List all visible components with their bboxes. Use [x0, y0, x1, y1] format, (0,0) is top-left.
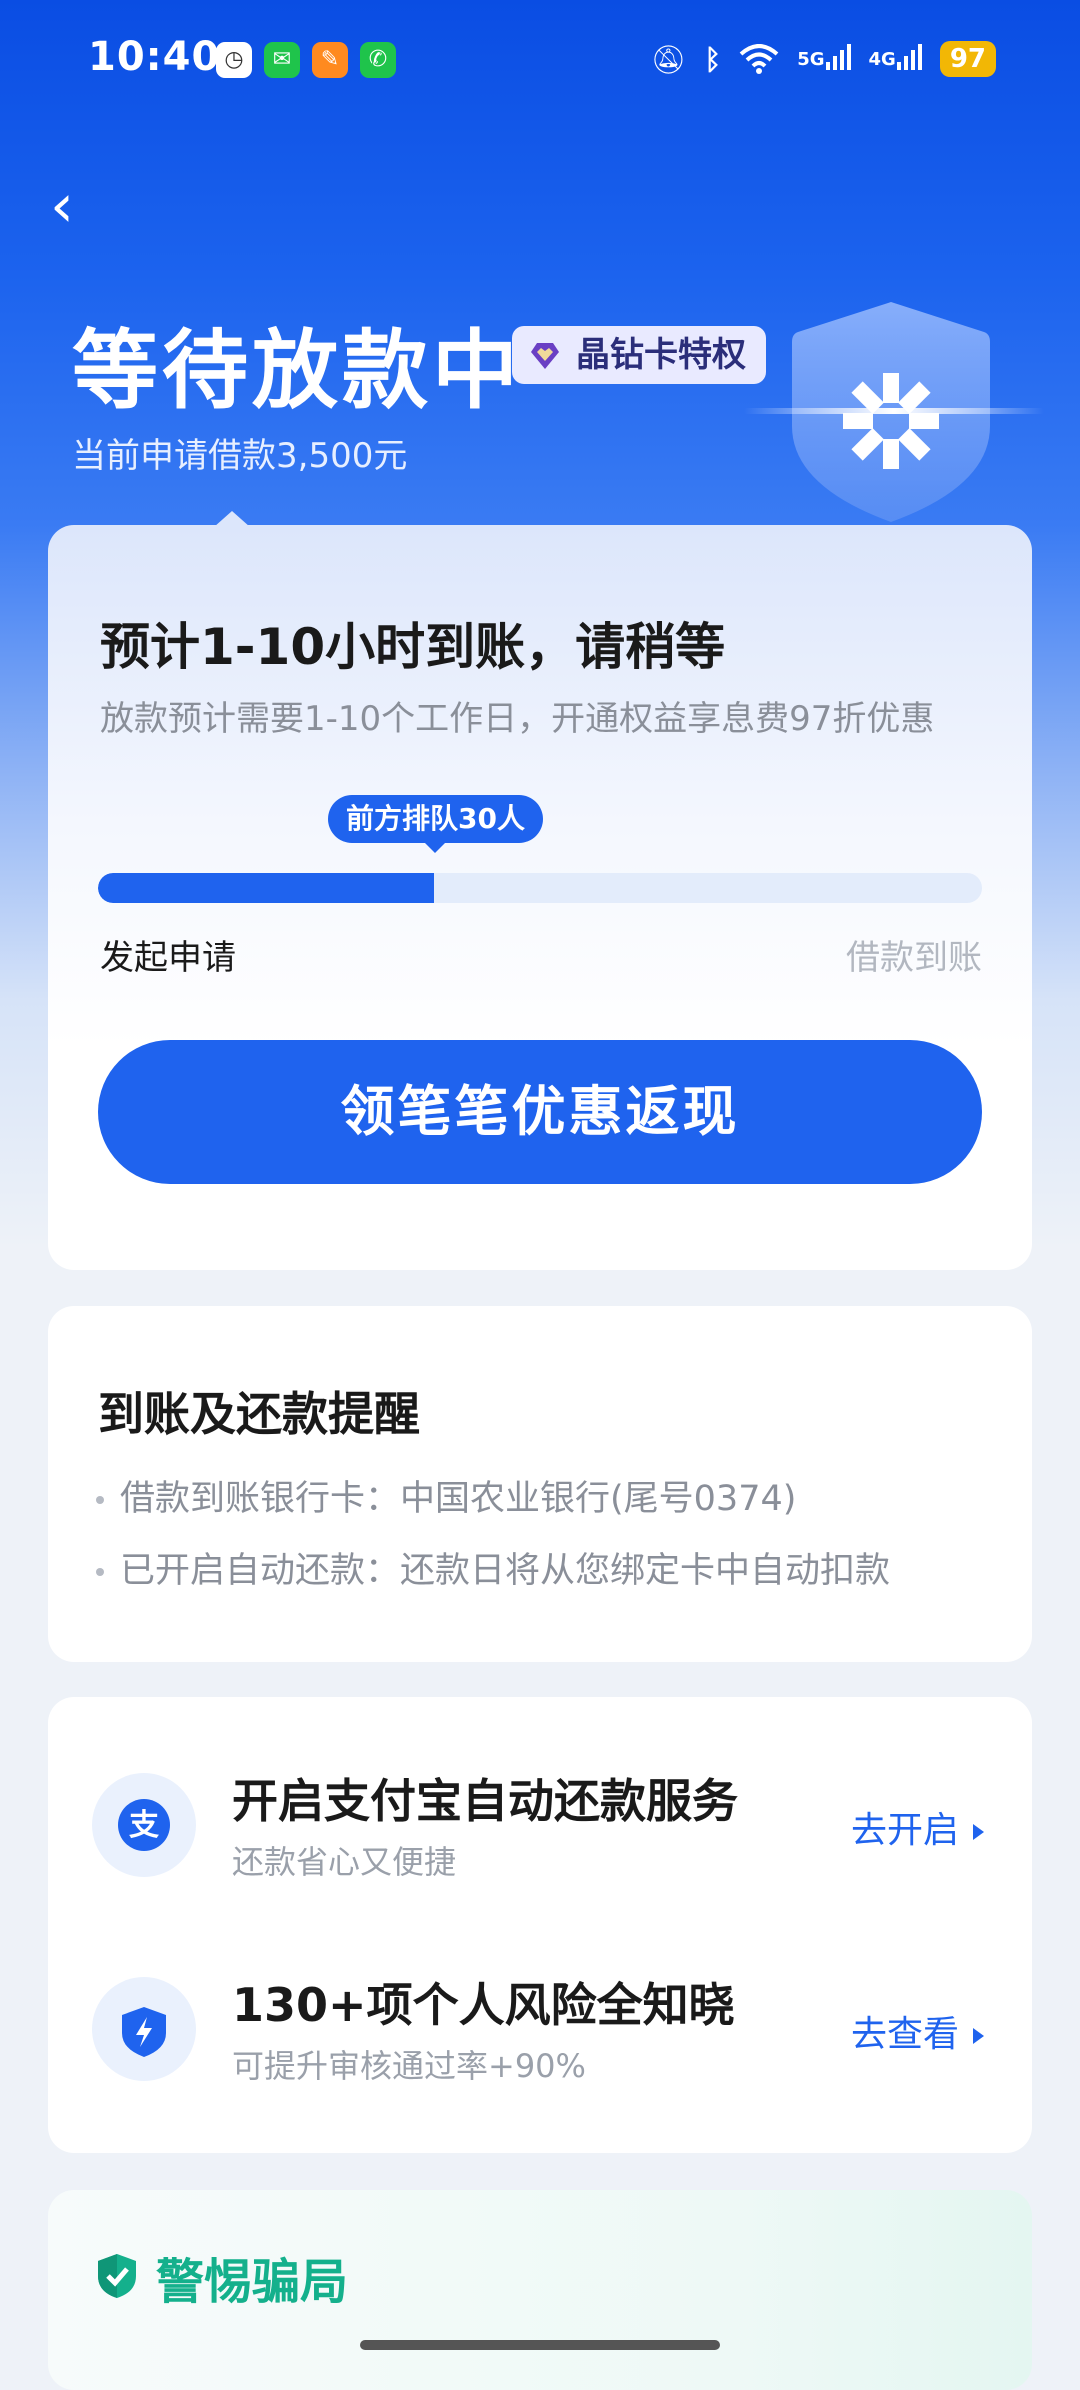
- status-time: 10:40: [88, 34, 221, 80]
- bullet-dot: [96, 1496, 104, 1504]
- triangle-right-icon: [973, 2028, 984, 2044]
- enable-autopay-link[interactable]: 去开启: [851, 1801, 984, 1853]
- signal-4g-label: 4G: [868, 48, 896, 70]
- wifi-icon: [739, 44, 779, 74]
- reminder-card: 到账及还款提醒 借款到账银行卡：中国农业银行(尾号0374) 已开启自动还款：还…: [48, 1306, 1032, 1662]
- svg-text:支: 支: [129, 1808, 159, 1843]
- wechat-app-icon: ✉: [264, 42, 300, 78]
- view-risk-label: 去查看: [850, 2014, 959, 2055]
- service-title-alipay: 开启支付宝自动还款服务: [232, 1774, 738, 1828]
- back-chevron-icon[interactable]: ‹: [50, 176, 90, 236]
- diamond-heart-icon: [531, 343, 559, 369]
- shield-light-beam: [744, 408, 1044, 414]
- fraud-warning-title: 警惕骗局: [156, 2254, 349, 2310]
- service-title-risk: 130+项个人风险全知晓: [232, 1978, 735, 2032]
- fraud-warning-card[interactable]: 警惕骗局: [48, 2190, 1032, 2390]
- shield-bolt-icon-glyph: [122, 2007, 166, 2057]
- page-title: 等待放款中: [72, 321, 522, 421]
- home-indicator[interactable]: [360, 2340, 720, 2350]
- card-notch: [214, 511, 250, 527]
- reminder-item: 已开启自动还款：还款日将从您绑定卡中自动扣款: [96, 1542, 890, 1593]
- status-indicators: 🔕︎ ᛒ 5G 4G 97: [651, 38, 996, 80]
- loan-progress-bar: [98, 873, 982, 903]
- alipay-icon-glyph: 支: [118, 1799, 170, 1851]
- reminder-item-text: 已开启自动还款：还款日将从您绑定卡中自动扣款: [120, 1551, 891, 1591]
- loan-progress-fill: [98, 873, 434, 903]
- signal-4g-icon: 4G: [868, 43, 922, 70]
- alipay-icon: 支: [92, 1773, 196, 1877]
- battery-icon: 97: [939, 41, 996, 77]
- notes-app-icon: ✎: [312, 42, 348, 78]
- view-risk-link[interactable]: 去查看: [851, 2005, 984, 2057]
- claim-cashback-button[interactable]: 领笔笔优惠返现: [98, 1040, 982, 1184]
- reminder-title: 到账及还款提醒: [98, 1387, 420, 1441]
- phone-app-icon: ✆: [360, 42, 396, 78]
- progress-start-label: 发起申请: [100, 938, 236, 978]
- loan-amount-subtitle: 当前申请借款3,500元: [72, 436, 408, 476]
- enable-autopay-label: 去开启: [850, 1810, 959, 1851]
- bluetooth-icon: ᛒ: [704, 42, 722, 76]
- eta-description: 放款预计需要1-10个工作日，开通权益享息费97折优惠: [100, 699, 935, 739]
- mute-icon: 🔕︎: [650, 42, 687, 76]
- bullet-dot: [96, 1568, 104, 1576]
- progress-end-label: 借款到账: [846, 938, 982, 978]
- triangle-right-icon: [973, 1824, 984, 1840]
- shield-check-icon: [98, 2254, 136, 2298]
- signal-5g-icon: 5G: [797, 43, 851, 70]
- service-subtitle-risk: 可提升审核通过率+90%: [232, 2047, 586, 2085]
- loan-status-card: 预计1-10小时到账，请稍等 放款预计需要1-10个工作日，开通权益享息费97折…: [48, 511, 1032, 1270]
- signal-5g-label: 5G: [797, 48, 825, 70]
- reminder-item: 借款到账银行卡：中国农业银行(尾号0374): [96, 1470, 796, 1521]
- services-card: 支 开启支付宝自动还款服务 还款省心又便捷 去开启 130+项个人风险全知晓 可…: [48, 1697, 1032, 2153]
- queue-position-tooltip: 前方排队30人: [328, 795, 543, 853]
- service-subtitle-alipay: 还款省心又便捷: [232, 1843, 457, 1881]
- vip-badge-label: 晶钻卡特权: [576, 335, 746, 375]
- shield-bolt-icon: [92, 1977, 196, 2081]
- eta-title: 预计1-10小时到账，请稍等: [100, 618, 726, 676]
- reminder-item-text: 借款到账银行卡：中国农业银行(尾号0374): [120, 1479, 797, 1519]
- vip-privilege-badge[interactable]: 晶钻卡特权: [512, 326, 766, 384]
- status-bar: 10:40 ◷ ✉ ✎ ✆ 🔕︎ ᛒ 5G 4G 97: [0, 0, 1080, 120]
- clock-app-icon: ◷: [216, 42, 252, 78]
